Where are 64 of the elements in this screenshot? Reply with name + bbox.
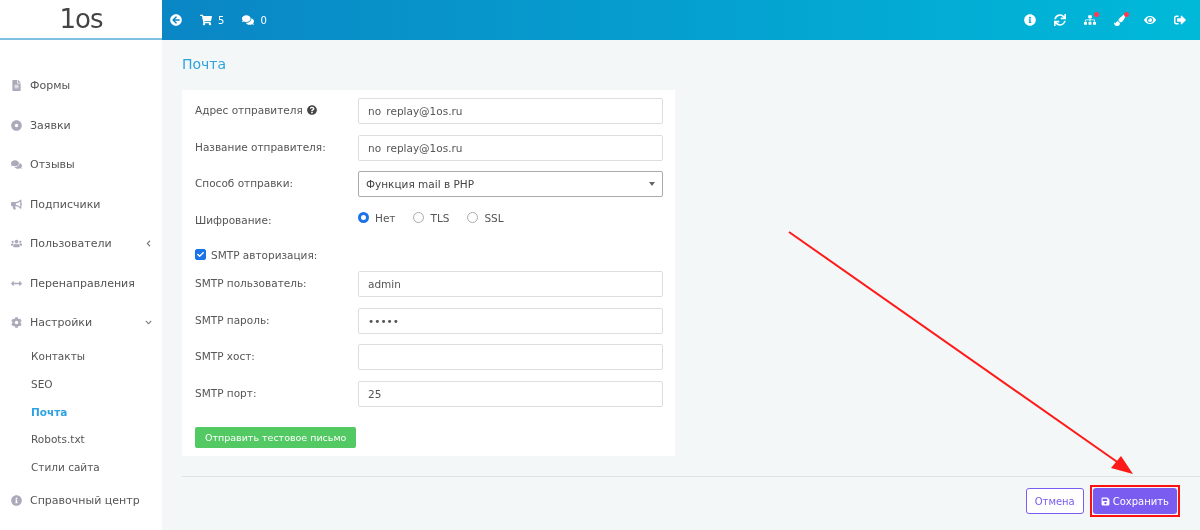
submenu-item[interactable]: Контакты <box>0 342 162 371</box>
radio-option[interactable]: SSL <box>467 211 504 224</box>
input-field[interactable]: 25 <box>358 380 663 407</box>
save-button[interactable]: Сохранить <box>1092 488 1177 514</box>
chevron-down-icon <box>145 319 152 327</box>
sidebar-label: Отзывы <box>30 158 76 172</box>
caret-icon <box>649 182 655 186</box>
save-icon <box>1100 496 1110 506</box>
sidebar-label: Формы <box>30 79 72 93</box>
sidebar-item[interactable]: Пользователи <box>0 224 162 264</box>
chat-icon <box>11 159 22 171</box>
sidebar-label: Перенаправления <box>30 276 136 290</box>
radio-option[interactable]: Нет <box>358 211 396 224</box>
back-icon[interactable] <box>170 14 182 26</box>
sidebar-label: Справочный центр <box>30 494 141 508</box>
field-label: Шифрование: <box>195 212 273 226</box>
users-icon <box>11 238 22 250</box>
brush-icon[interactable] <box>1114 14 1126 26</box>
sidebar-label: Заявки <box>30 118 72 132</box>
eye-icon[interactable] <box>1144 14 1156 26</box>
input-field[interactable]: ••••• <box>358 307 663 334</box>
input-field[interactable]: no_replay@1os.ru <box>358 98 663 124</box>
submenu-item[interactable]: Стили сайта <box>0 453 162 481</box>
field-label: SMTP пароль: <box>195 312 271 326</box>
field-label: Название отправителя: <box>195 139 327 153</box>
field-label: Способ отправки: <box>195 176 295 189</box>
info-icon <box>11 495 22 507</box>
checkbox-label: SMTP авторизация: <box>211 248 318 261</box>
sidebar-item[interactable]: Перенаправления <box>0 263 162 303</box>
page-title: Почта <box>182 56 227 72</box>
submenu-item[interactable]: SEO <box>0 370 162 398</box>
input-field[interactable]: no_replay@1os.ru <box>358 134 663 161</box>
cancel-button[interactable]: Отмена <box>1025 488 1084 514</box>
megaphone-icon <box>11 198 22 210</box>
sidebar-item[interactable]: Формы <box>0 66 162 106</box>
sidebar-label: Подписчики <box>30 197 102 211</box>
settings-icon <box>11 317 22 329</box>
sidebar-item[interactable]: Отзывы <box>0 145 162 185</box>
field-label: SMTP порт: <box>195 385 258 399</box>
logout-icon[interactable] <box>1174 14 1186 26</box>
input-field[interactable]: admin <box>358 271 663 298</box>
sitemap-icon[interactable] <box>1084 14 1096 26</box>
sidebar-label: Пользователи <box>30 237 113 251</box>
help-icon[interactable] <box>306 105 317 115</box>
sidebar-item[interactable]: Заявки <box>0 105 162 145</box>
submenu-item[interactable]: Robots.txt <box>0 425 162 454</box>
select-field[interactable]: Функция mail в PHP <box>358 171 663 197</box>
sidebar-item[interactable]: Подписчики <box>0 184 162 224</box>
field-label: SMTP пользователь: <box>195 276 308 290</box>
chevron-left-icon <box>145 240 152 248</box>
radio-option[interactable]: TLS <box>413 211 450 224</box>
sidebar-item[interactable]: Справочный центр <box>0 480 162 521</box>
field-label: Адрес отправителя <box>195 98 358 116</box>
sidebar-label: Настройки <box>30 316 94 330</box>
info-icon[interactable] <box>1024 14 1036 26</box>
document-icon <box>11 80 22 92</box>
count-label: 0 <box>260 14 267 26</box>
field-label: SMTP хост: <box>195 349 256 363</box>
refresh-icon[interactable] <box>1054 14 1066 26</box>
sidebar-item[interactable]: Настройки <box>0 303 162 343</box>
checkbox[interactable] <box>195 249 206 261</box>
input-field[interactable] <box>358 344 663 371</box>
target-icon <box>11 119 22 131</box>
count-label: 5 <box>218 14 225 26</box>
